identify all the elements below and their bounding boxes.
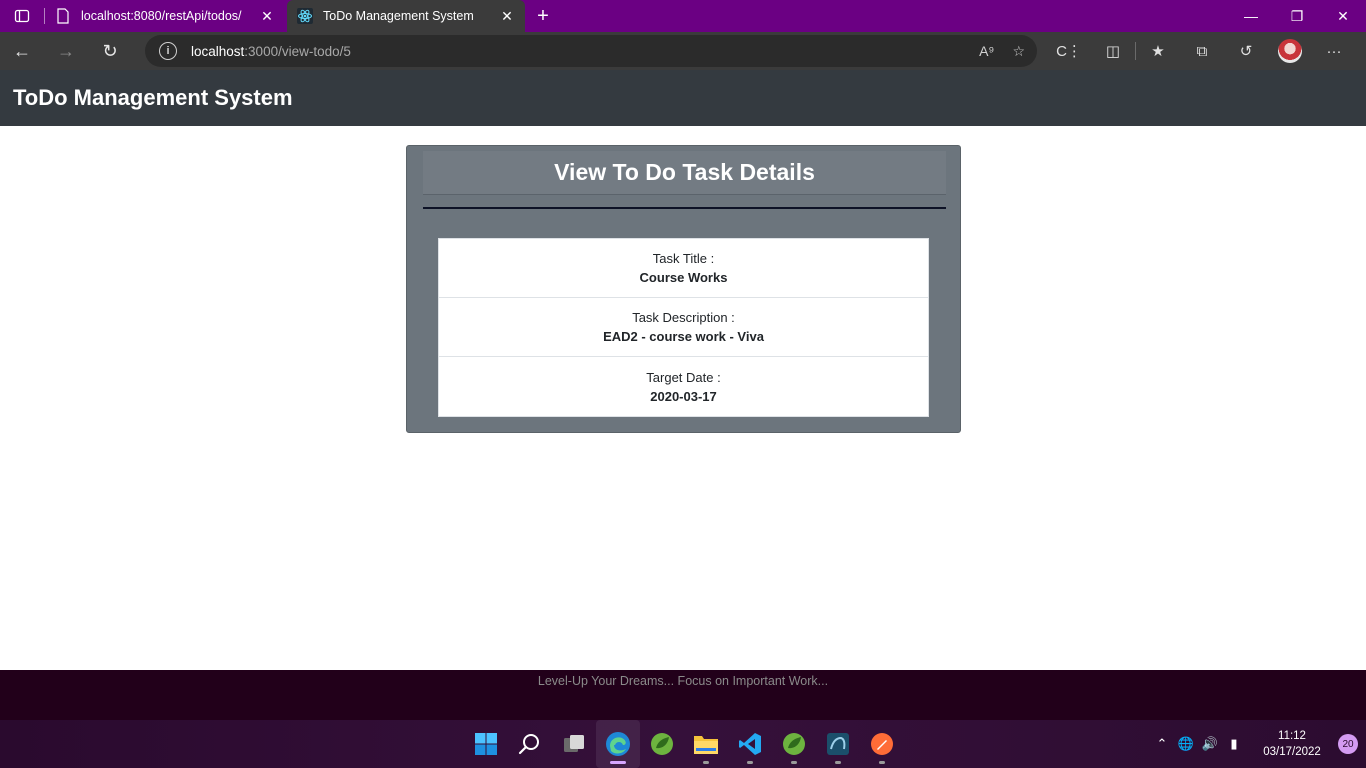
clock-time: 11:12 bbox=[1278, 730, 1306, 742]
restore-button[interactable]: ❐ bbox=[1274, 0, 1320, 32]
app-brand[interactable]: ToDo Management System bbox=[13, 85, 293, 111]
running-indicator bbox=[879, 761, 885, 764]
tab-actions-button[interactable] bbox=[0, 0, 44, 32]
favorites-icon[interactable]: ★ bbox=[1136, 32, 1180, 70]
card-title: View To Do Task Details bbox=[554, 159, 815, 185]
close-icon[interactable]: ✕ bbox=[259, 8, 275, 24]
running-indicator bbox=[703, 761, 709, 764]
refresh-button[interactable]: ↻ bbox=[88, 32, 132, 70]
profile-button[interactable] bbox=[1268, 32, 1312, 70]
favorite-add-icon[interactable]: ☆ bbox=[1012, 43, 1025, 60]
todo-details-card: View To Do Task Details Task Title : Cou… bbox=[406, 145, 961, 433]
address-bar[interactable]: i localhost:3000/view-todo/5 A⁹ ☆ bbox=[145, 35, 1037, 67]
active-indicator bbox=[610, 761, 626, 764]
info-icon[interactable]: i bbox=[159, 42, 177, 60]
taskbar-vscode[interactable] bbox=[728, 720, 772, 768]
back-button[interactable]: ← bbox=[0, 32, 44, 70]
plus-icon: + bbox=[537, 4, 549, 27]
detail-label: Task Title : bbox=[652, 251, 715, 266]
running-indicator bbox=[747, 761, 753, 764]
arrow-left-icon: ← bbox=[13, 40, 31, 61]
minimize-button[interactable]: — bbox=[1228, 0, 1274, 32]
detail-label: Target Date : bbox=[646, 369, 721, 385]
toolbar-icons: C⋮ ◫ ★ ⧉ ↺ ··· bbox=[1047, 32, 1356, 70]
details-list: Task Title : Course Works Task Descripti… bbox=[438, 238, 929, 417]
language-icon[interactable]: 🌐 bbox=[1174, 720, 1198, 768]
url-text[interactable]: localhost:3000/view-todo/5 bbox=[191, 44, 979, 59]
arrow-right-icon: → bbox=[57, 40, 75, 61]
search-button[interactable] bbox=[508, 720, 552, 768]
more-options-icon[interactable]: ··· bbox=[1312, 32, 1356, 70]
divider bbox=[423, 207, 946, 209]
extensions-icon[interactable]: ◫ bbox=[1091, 32, 1135, 70]
window-controls: — ❐ ✕ bbox=[1228, 0, 1366, 32]
address-actions: A⁹ ☆ bbox=[979, 43, 1025, 60]
search-icon bbox=[518, 734, 539, 755]
collections-icon[interactable]: ⧉ bbox=[1180, 32, 1224, 70]
postman-icon bbox=[871, 733, 893, 755]
url-path: :3000/view-todo/5 bbox=[244, 43, 351, 59]
react-icon bbox=[297, 8, 313, 24]
taskbar-file-explorer[interactable] bbox=[684, 720, 728, 768]
close-window-button[interactable]: ✕ bbox=[1320, 0, 1366, 32]
clock[interactable]: 11:12 03/17/2022 bbox=[1252, 728, 1332, 760]
taskbar-apps bbox=[464, 720, 904, 768]
tab-title: localhost:8080/restApi/todos/ bbox=[81, 9, 242, 23]
tab-todo-management[interactable]: ToDo Management System ✕ bbox=[287, 0, 525, 32]
footer-text: Level-Up Your Dreams... Focus on Importa… bbox=[537, 674, 829, 688]
taskbar-mysql-workbench[interactable] bbox=[816, 720, 860, 768]
url-host: localhost bbox=[191, 43, 245, 59]
system-tray: ⌃ 🌐 🔊 ▮ 11:12 03/17/2022 20 bbox=[1150, 720, 1366, 768]
forward-button[interactable]: → bbox=[44, 32, 88, 70]
taskbar-spring-tools[interactable] bbox=[640, 720, 684, 768]
volume-icon[interactable]: 🔊 bbox=[1198, 720, 1222, 768]
taskbar-postman[interactable] bbox=[860, 720, 904, 768]
mysql-icon bbox=[827, 733, 849, 755]
browser-titlebar: localhost:8080/restApi/todos/ ✕ ToDo Man… bbox=[0, 0, 1366, 32]
detail-value: 2020-03-17 bbox=[650, 388, 717, 404]
running-indicator bbox=[791, 761, 797, 764]
card-header: View To Do Task Details bbox=[423, 151, 946, 195]
task-view-button[interactable] bbox=[552, 720, 596, 768]
battery-icon[interactable]: ▮ bbox=[1222, 720, 1246, 768]
document-icon bbox=[55, 8, 71, 24]
notification-badge[interactable]: 20 bbox=[1338, 734, 1358, 754]
spring-icon bbox=[651, 733, 673, 755]
edge-icon bbox=[606, 732, 630, 756]
avatar bbox=[1278, 39, 1302, 63]
detail-label: Task Description : bbox=[632, 310, 735, 325]
list-item-target-date: Target Date : 2020-03-17 bbox=[439, 357, 928, 416]
taskbar-spring-tools-2[interactable] bbox=[772, 720, 816, 768]
chevron-up-icon[interactable]: ⌃ bbox=[1150, 720, 1174, 768]
vscode-icon bbox=[739, 733, 761, 755]
list-item-task-title: Task Title : Course Works bbox=[439, 239, 928, 298]
list-item-task-description: Task Description : EAD2 - course work - … bbox=[439, 298, 928, 357]
detail-value: EAD2 - course work - Viva bbox=[603, 329, 764, 344]
collections-extension-icon[interactable]: C⋮ bbox=[1047, 32, 1091, 70]
read-aloud-icon[interactable]: A⁹ bbox=[979, 43, 994, 59]
browser-toolbar: ← → ↻ i localhost:3000/view-todo/5 A⁹ ☆ … bbox=[0, 32, 1366, 70]
history-icon[interactable]: ↺ bbox=[1224, 32, 1268, 70]
windows-taskbar: ⌃ 🌐 🔊 ▮ 11:12 03/17/2022 20 bbox=[0, 720, 1366, 768]
tab-restapi-todos[interactable]: localhost:8080/restApi/todos/ ✕ bbox=[45, 0, 285, 32]
running-indicator bbox=[835, 761, 841, 764]
tab-title: ToDo Management System bbox=[323, 9, 474, 23]
app-navbar: ToDo Management System bbox=[0, 70, 1366, 126]
new-tab-button[interactable]: + bbox=[525, 0, 561, 32]
close-icon[interactable]: ✕ bbox=[499, 8, 515, 24]
windows-icon bbox=[475, 733, 497, 755]
clock-date: 03/17/2022 bbox=[1263, 746, 1321, 758]
taskbar-edge[interactable] bbox=[596, 720, 640, 768]
task-view-icon bbox=[564, 735, 584, 752]
tab-actions-icon bbox=[14, 9, 30, 23]
spring-icon bbox=[783, 733, 805, 755]
folder-icon bbox=[694, 736, 718, 754]
start-button[interactable] bbox=[464, 720, 508, 768]
refresh-icon: ↻ bbox=[102, 40, 118, 61]
detail-value: Course Works bbox=[639, 270, 728, 285]
app-footer: Level-Up Your Dreams... Focus on Importa… bbox=[0, 670, 1366, 720]
